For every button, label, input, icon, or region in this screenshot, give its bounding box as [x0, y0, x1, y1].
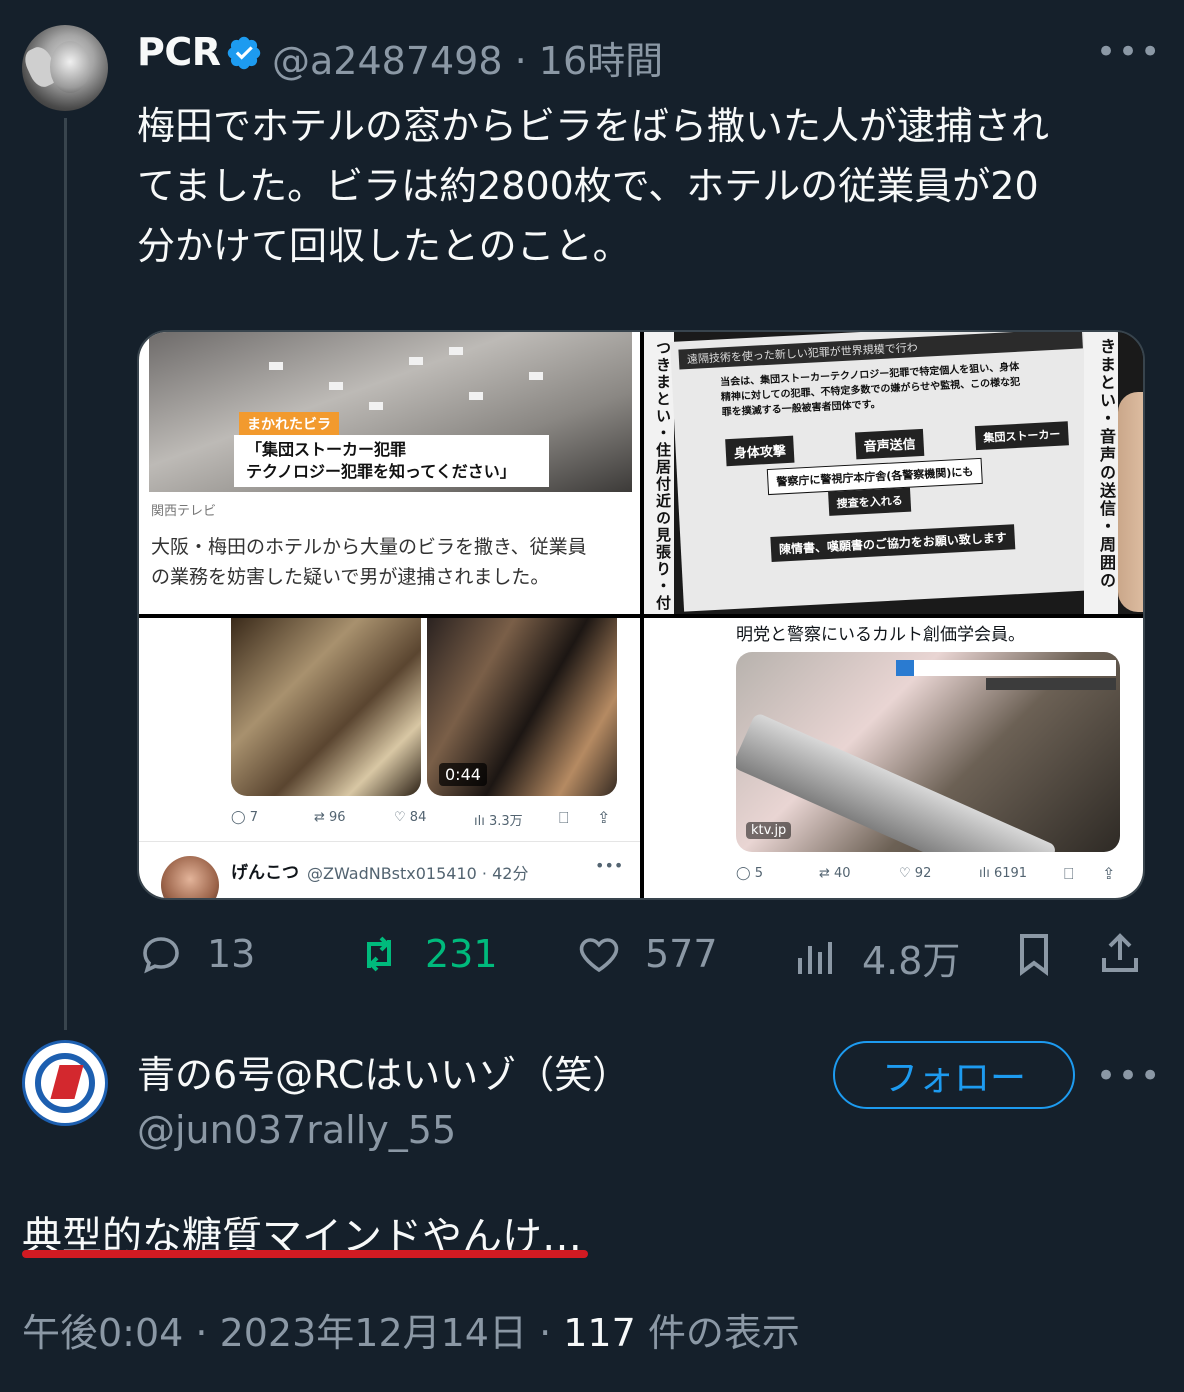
retweet-count: 231 [425, 932, 498, 976]
flyer-side-text-left: つきまとい・住居付近の見張り・付 [644, 332, 674, 614]
flyer-pill-3: 集団ストーカー [974, 421, 1069, 451]
news-source: 関西テレビ [151, 504, 217, 519]
reply-timestamp: 午後0:04 · 2023年12月14日 · 117 件の表示 [22, 1302, 800, 1357]
view-count: 4.8万 [862, 939, 961, 983]
view-count-number: 117 [563, 1311, 636, 1355]
like-button[interactable]: 577 [575, 930, 718, 978]
embedded-news-image: ktv.jp [736, 652, 1120, 852]
flyer-pill-2: 音声送信 [854, 428, 925, 460]
reply-count: 13 [207, 932, 256, 976]
author-handle-time[interactable]: @a2487498 · 16時間 [272, 30, 663, 85]
retweet-icon [367, 936, 391, 972]
media-tile-3[interactable]: 0:44 ◯ 7 ⇄ 96 ♡ 84 ılı 3.3万 ⎕ ⇪ げんこつ @ZW… [139, 618, 640, 898]
mini-bookmark-icon: ⎕ [559, 808, 569, 827]
mini-like-count: ♡ 84 [394, 810, 427, 825]
red-underline-annotation [22, 1250, 588, 1258]
retweet-button[interactable]: 231 [355, 930, 498, 978]
flyer-pill-1: 身体攻撃 [725, 435, 795, 467]
bookmark-icon [1020, 934, 1048, 976]
embedded-reply-name: げんこつ [231, 863, 299, 883]
bookmark-button[interactable] [1010, 930, 1058, 978]
flyer-photo: 遠隔技術を使った新しい犯罪が世界規模で行わ 当会は、集団ストーカーテクノロジー犯… [670, 332, 1104, 612]
share-button[interactable] [1096, 930, 1144, 978]
mini-retweet-count: ⇄ 40 [819, 866, 851, 881]
analytics-icon [798, 941, 832, 974]
flyer-notice-2: 捜査を入れる [828, 487, 912, 516]
mini-share-icon: ⇪ [1102, 864, 1116, 883]
embedded-source: ktv.jp [746, 822, 792, 839]
like-count: 577 [645, 932, 718, 976]
flyer-notice-3: 陳情書、嘆願書のご協力をお願い致します [770, 524, 1016, 562]
mini-view-count: ılı 3.3万 [474, 814, 523, 829]
reply-author-avatar[interactable] [22, 1040, 108, 1126]
author-name[interactable]: PCR [137, 30, 221, 74]
reply-icon [143, 937, 179, 974]
mini-reply-count: ◯ 5 [736, 866, 763, 881]
media-tile-4[interactable]: 明党と警察にいるカルト創価学会員。 ktv.jp ◯ 5 ⇄ 40 ♡ 92 ı… [644, 618, 1143, 898]
media-grid[interactable]: まかれたビラ 「集団ストーカー犯罪 テクノロジー犯罪を知ってください」 関西テレ… [137, 330, 1145, 900]
video-duration: 0:44 [439, 763, 487, 786]
flyer-side-text-right: きまとい・音声の送信・周囲の [1084, 332, 1118, 614]
news-caption: 「集団ストーカー犯罪 テクノロジー犯罪を知ってください」 [234, 435, 549, 487]
mini-retweet-count: ⇄ 96 [314, 810, 346, 825]
news-description: 大阪・梅田のホテルから大量のビラを撒き、従業員 の業務を妨害した疑いで男が逮捕さ… [151, 536, 587, 588]
embedded-more-icon: ••• [595, 856, 624, 875]
more-options-icon[interactable]: ••• [1096, 32, 1162, 72]
reply-button[interactable]: 13 [137, 930, 255, 978]
hand-image [1118, 392, 1143, 612]
reply-author-handle[interactable]: @jun037rally_55 [137, 1108, 456, 1152]
news-tag: まかれたビラ [239, 412, 339, 436]
timestamp-text[interactable]: 午後0:04 · 2023年12月14日 · [22, 1311, 563, 1355]
mini-view-count: ılı 6191 [979, 866, 1028, 881]
mini-reply-count: ◯ 7 [231, 810, 258, 825]
divider [139, 841, 640, 842]
verified-badge-icon [227, 36, 261, 70]
mini-bookmark-icon: ⎕ [1064, 864, 1074, 883]
reply-avatar [161, 856, 219, 898]
author-avatar[interactable] [22, 25, 108, 111]
tweet-text: 梅田でホテルの窓からビラをばら撒いた人が逮捕され てました。ビラは約2800枚で… [137, 104, 1050, 268]
thread-line [64, 118, 67, 1030]
share-icon [1102, 933, 1138, 972]
embedded-photo [231, 618, 421, 796]
views-button[interactable]: 4.8万 [792, 930, 960, 985]
media-tile-1[interactable]: まかれたビラ 「集団ストーカー犯罪 テクノロジー犯罪を知ってください」 関西テレ… [139, 332, 640, 614]
reply-author-name[interactable]: 青の6号@RCはいいゾ（笑） [137, 1044, 630, 1099]
mini-like-count: ♡ 92 [899, 866, 932, 881]
more-options-icon[interactable]: ••• [1096, 1056, 1162, 1096]
view-count-suffix: 件の表示 [635, 1311, 800, 1355]
embedded-reply-meta: @ZWadNBstx015410 · 42分 [307, 864, 529, 883]
media-tile-2[interactable]: つきまとい・住居付近の見張り・付 遠隔技術を使った新しい犯罪が世界規模で行わ 当… [644, 332, 1143, 614]
follow-button[interactable]: フォロー [833, 1041, 1075, 1109]
mini-share-icon: ⇪ [597, 808, 611, 827]
embedded-tweet-text: 明党と警察にいるカルト創価学会員。 [736, 625, 1025, 645]
heart-icon [579, 938, 619, 973]
